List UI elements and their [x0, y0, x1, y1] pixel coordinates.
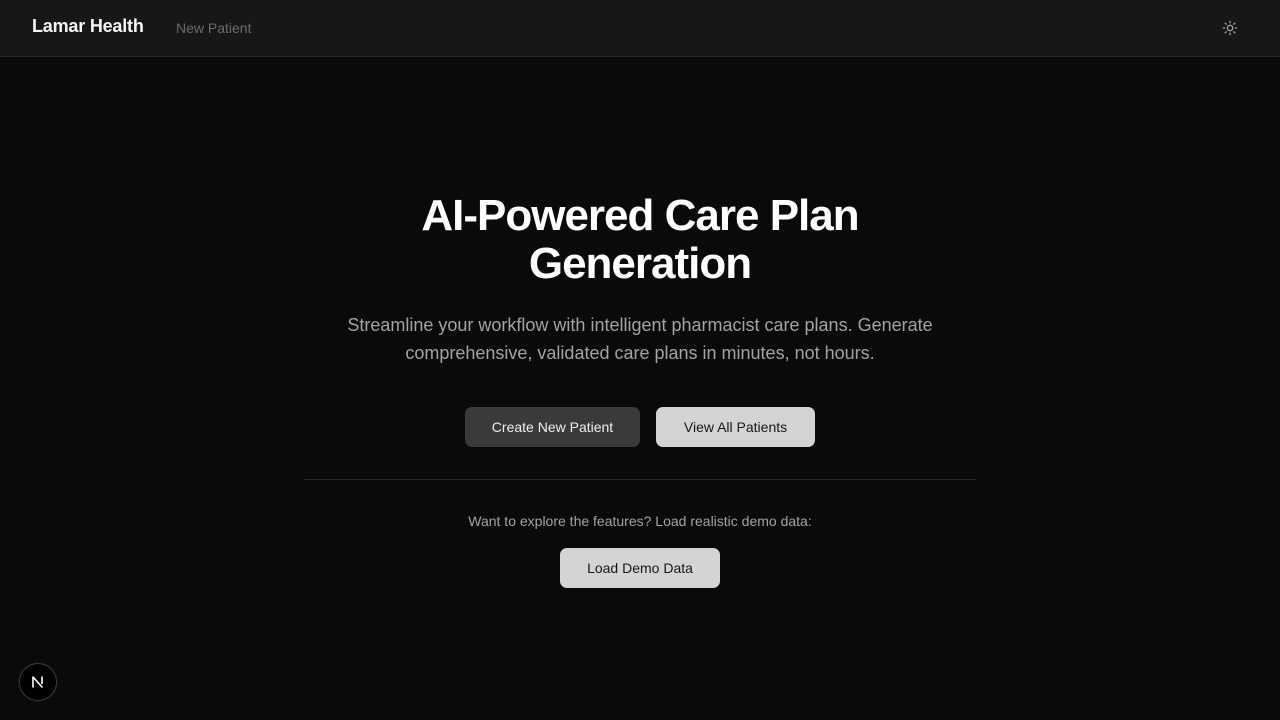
theme-toggle-button[interactable] [1216, 14, 1244, 42]
nextjs-dev-indicator[interactable] [19, 663, 57, 701]
top-nav-bar: Lamar Health New Patient [0, 0, 1280, 57]
hero-section: AI-Powered Care Plan Generation Streamli… [0, 57, 1280, 720]
hero-subtitle: Streamline your workflow with intelligen… [347, 315, 933, 363]
hero-title: AI-Powered Care Plan Generation [421, 191, 859, 288]
view-all-patients-button[interactable]: View All Patients [656, 407, 815, 447]
nextjs-logo-icon [32, 676, 43, 688]
sun-icon [1222, 20, 1238, 36]
brand-logo-text[interactable]: Lamar Health [32, 16, 144, 37]
nav-link-new-patient[interactable]: New Patient [176, 20, 251, 36]
demo-data-prompt: Want to explore the features? Load reali… [468, 513, 812, 529]
section-divider [304, 479, 976, 480]
create-new-patient-button[interactable]: Create New Patient [465, 407, 640, 447]
load-demo-data-button[interactable]: Load Demo Data [560, 548, 720, 588]
